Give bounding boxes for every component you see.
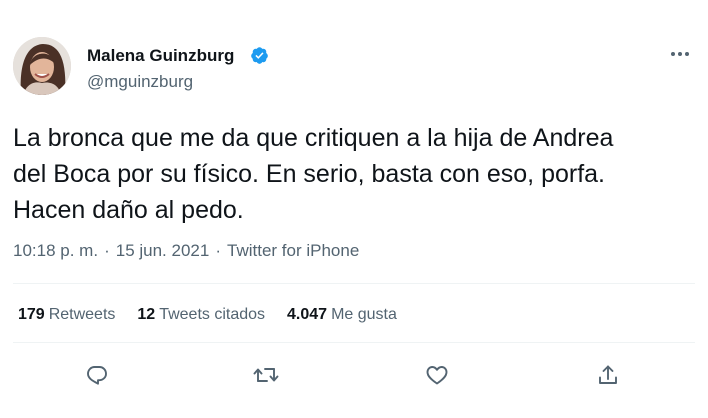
- tweet-source[interactable]: Twitter for iPhone: [227, 241, 359, 260]
- tweet-card: Malena Guinzburg @mguinzburg La bronca q…: [0, 0, 708, 418]
- divider: [13, 283, 695, 284]
- likes-stat[interactable]: 4.047 Me gusta: [287, 305, 397, 325]
- retweet-icon[interactable]: [249, 358, 283, 392]
- retweets-stat[interactable]: 179 Retweets: [18, 305, 115, 325]
- like-icon[interactable]: [420, 358, 454, 392]
- avatar-photo: [13, 37, 71, 95]
- user-handle[interactable]: @mguinzburg: [87, 72, 193, 92]
- tweet-metadata: 10:18 p. m. · 15 jun. 2021 · Twitter for iPh…: [13, 240, 359, 262]
- divider: [13, 342, 695, 343]
- meta-separator: ·: [215, 241, 221, 260]
- tweet-time[interactable]: 10:18 p. m.: [13, 241, 98, 260]
- share-icon[interactable]: [591, 358, 625, 392]
- quotes-label: Tweets citados: [159, 306, 266, 323]
- reply-icon[interactable]: [80, 358, 114, 392]
- tweet-text: La bronca que me da que critiquen a la h…: [13, 124, 614, 224]
- likes-count: 4.047: [287, 306, 328, 323]
- tweet-date[interactable]: 15 jun. 2021: [116, 241, 210, 260]
- quotes-count: 12: [137, 306, 156, 323]
- retweets-count: 179: [18, 306, 45, 323]
- avatar[interactable]: [13, 37, 71, 95]
- tweet-stats: 179 Retweets 12 Tweets citados 4.047 Me gus…: [18, 305, 419, 325]
- meta-separator: ·: [104, 241, 110, 260]
- display-name[interactable]: Malena Guinzburg: [87, 46, 234, 66]
- verified-badge-icon: [250, 46, 269, 65]
- more-options-icon[interactable]: [668, 44, 692, 64]
- likes-label: Me gusta: [331, 306, 397, 323]
- retweets-label: Retweets: [48, 306, 116, 323]
- quotes-stat[interactable]: 12 Tweets citados: [137, 305, 265, 325]
